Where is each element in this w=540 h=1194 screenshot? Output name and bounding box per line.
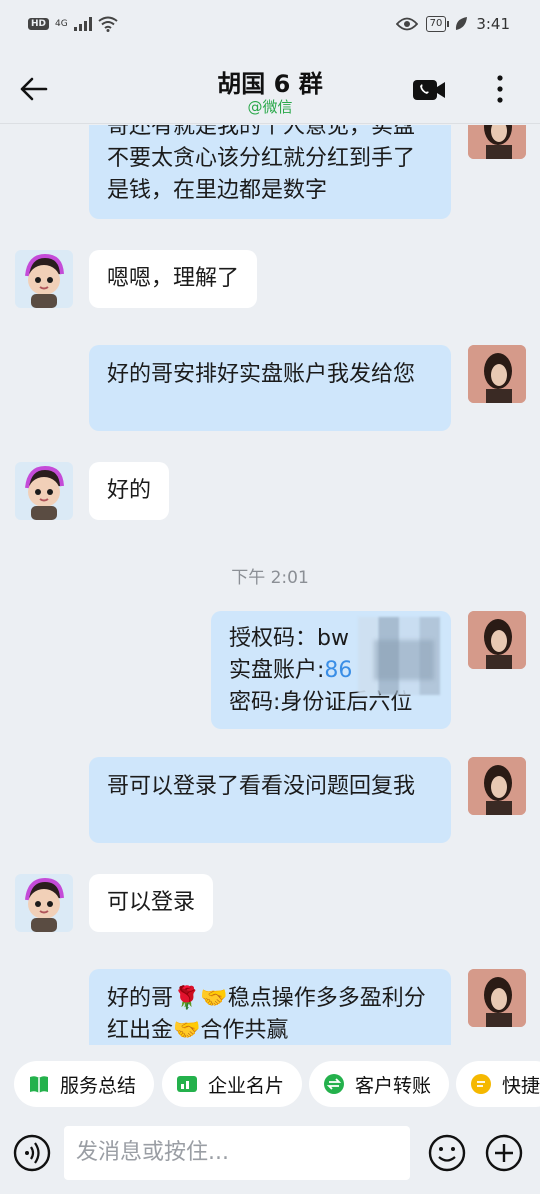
leaf-icon <box>456 17 468 30</box>
timestamp: 下午 2:01 <box>231 568 309 588</box>
voice-icon[interactable] <box>12 1133 52 1173</box>
redaction-mosaic <box>374 640 434 680</box>
video-call-icon[interactable] <box>412 78 446 102</box>
shortcut-button[interactable]: 快捷 <box>456 1061 540 1107</box>
eye-icon <box>395 17 418 31</box>
message-list: 哥还有就是我的个人意见，实盘不要太贪心该分红就分红到手了是钱，在里边都是数字 嗯… <box>0 125 540 1045</box>
hd-icon: HD <box>28 18 50 30</box>
avatar-me[interactable] <box>468 757 526 815</box>
customer-transfer-button[interactable]: 客户转账 <box>309 1061 450 1107</box>
quick-action-bar: 服务总结 企业名片 客户转账 快捷 <box>0 1045 540 1123</box>
status-bar: HD 4G 70 3:41 <box>0 0 540 52</box>
card-icon <box>177 1076 197 1092</box>
service-summary-button[interactable]: 服务总结 <box>14 1061 155 1107</box>
message-bubble-other[interactable]: 可以登录 <box>89 874 214 932</box>
emoji-icon[interactable] <box>427 1133 467 1173</box>
chat-subtitle: @微信 <box>247 98 293 116</box>
chat-header: 胡国 6 群 @微信 <box>0 52 540 124</box>
add-icon[interactable] <box>484 1133 524 1173</box>
avatar-me[interactable] <box>468 611 526 669</box>
avatar-other[interactable] <box>15 250 73 308</box>
more-options-icon[interactable] <box>490 72 510 106</box>
message-bubble-me[interactable]: 好的哥安排好实盘账户我发给您 <box>89 345 451 431</box>
avatar-other[interactable] <box>15 462 73 520</box>
book-icon <box>30 1076 48 1093</box>
battery-icon: 70 <box>425 16 450 32</box>
message-bubble-other[interactable]: 好的 <box>89 462 170 520</box>
wifi-icon <box>98 16 118 32</box>
chat-title: 胡国 6 群 <box>217 70 323 98</box>
account-link[interactable]: 86 <box>324 658 352 683</box>
avatar-me[interactable] <box>468 969 526 1027</box>
shortcut-icon <box>471 1074 491 1094</box>
business-card-button[interactable]: 企业名片 <box>162 1061 303 1107</box>
avatar-other[interactable] <box>15 874 73 932</box>
avatar-me[interactable] <box>468 125 526 159</box>
clock: 3:41 <box>476 15 510 33</box>
input-bar: 发消息或按住... <box>0 1123 540 1194</box>
message-bubble-me[interactable]: 哥可以登录了看看没问题回复我 <box>89 757 451 843</box>
message-bubble-me[interactable]: 哥还有就是我的个人意见，实盘不要太贪心该分红就分红到手了是钱，在里边都是数字 <box>89 125 451 219</box>
message-bubble-me[interactable]: 好的哥🌹🤝稳点操作多多盈利分红出金🤝合作共赢 <box>89 969 451 1045</box>
network-type: 4G <box>55 18 68 29</box>
message-input[interactable]: 发消息或按住... <box>64 1126 410 1180</box>
message-bubble-other[interactable]: 嗯嗯，理解了 <box>89 250 258 308</box>
signal-icon <box>73 17 92 31</box>
avatar-me[interactable] <box>468 345 526 403</box>
transfer-icon <box>324 1074 344 1094</box>
